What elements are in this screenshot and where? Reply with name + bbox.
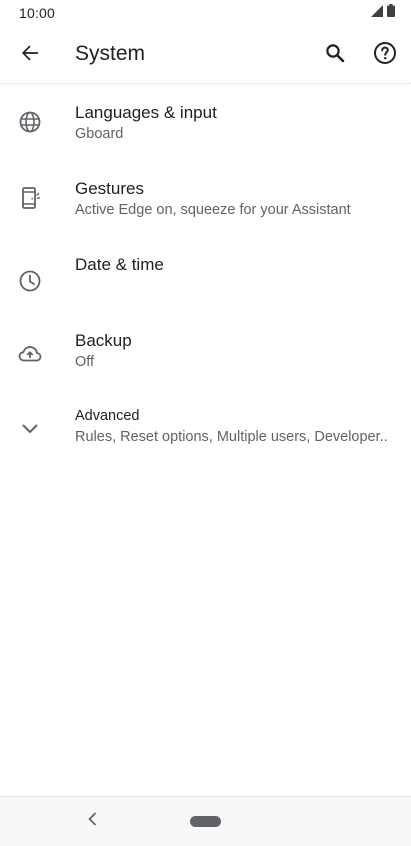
list-item-title: Backup <box>75 331 132 350</box>
status-time: 10:00 <box>19 5 56 21</box>
list-item-title: Languages & input <box>75 103 217 122</box>
search-icon <box>325 43 345 68</box>
help-icon <box>373 41 397 70</box>
list-item-subtitle: Gboard <box>75 126 124 142</box>
list-item-subtitle: Off <box>75 354 95 370</box>
list-item-subtitle: Active Edge on, squeeze for your Assista… <box>75 202 351 218</box>
list-item-title: Date & time <box>75 255 164 274</box>
list-item-gestures[interactable]: Gestures Active Edge on, squeeze for you… <box>0 161 411 237</box>
list-item-title: Advanced <box>75 408 140 424</box>
list-item-title: Gestures <box>75 179 144 198</box>
app-bar: System <box>0 26 411 84</box>
battery-icon <box>387 4 395 22</box>
nav-home-pill[interactable] <box>190 816 221 827</box>
nav-back-button[interactable] <box>80 809 104 833</box>
status-icons <box>371 4 395 22</box>
settings-list: Languages & input Gboard Gestures Active… <box>0 85 411 465</box>
clock-icon <box>14 265 46 297</box>
cloud-upload-icon <box>14 338 46 370</box>
list-item-subtitle: Rules, Reset options, Multiple users, De… <box>75 429 388 445</box>
help-button[interactable] <box>363 33 407 77</box>
chevron-down-icon <box>14 413 46 445</box>
search-button[interactable] <box>313 33 357 77</box>
navigation-bar <box>0 796 411 846</box>
globe-icon <box>14 106 46 138</box>
list-item-date-time[interactable]: Date & time <box>0 237 411 313</box>
back-button[interactable] <box>8 33 52 77</box>
status-bar: 10:00 <box>0 0 411 26</box>
screen: 10:00 System Languages & input Gboard Ge… <box>0 0 411 846</box>
signal-icon <box>371 4 383 22</box>
list-item-advanced[interactable]: Advanced Rules, Reset options, Multiple … <box>0 389 411 465</box>
nav-back-icon <box>87 812 97 831</box>
arrow-back-icon <box>20 43 40 68</box>
phone-gesture-icon <box>14 182 46 214</box>
list-item-languages-input[interactable]: Languages & input Gboard <box>0 85 411 161</box>
page-title: System <box>75 42 146 65</box>
list-item-backup[interactable]: Backup Off <box>0 313 411 389</box>
